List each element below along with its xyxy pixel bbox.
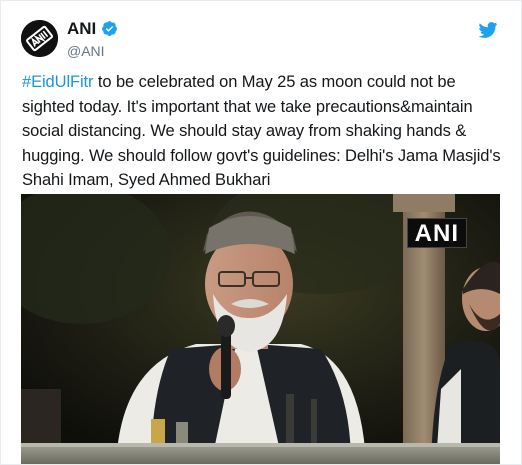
verified-badge-icon [102, 21, 118, 36]
tweet-body: to be celebrated on May 25 as moon could… [22, 73, 501, 189]
name-row: ANI [67, 20, 118, 37]
hashtag-link[interactable]: #EidUlFitr [22, 73, 94, 91]
tweet-card: ANI @ANI #EidUlFitr to be celebrated on … [0, 0, 522, 465]
tweet-text: #EidUlFitr to be celebrated on May 25 as… [22, 70, 502, 193]
twitter-bird-icon[interactable] [478, 22, 498, 38]
ani-watermark: ANI [406, 218, 467, 248]
tweet-media-photo[interactable]: ANI [21, 194, 500, 464]
display-name[interactable]: ANI [67, 20, 96, 37]
avatar[interactable] [21, 20, 58, 57]
user-handle[interactable]: @ANI [67, 44, 118, 58]
ani-logo-icon [21, 20, 58, 57]
tweet-header: ANI @ANI [67, 20, 118, 58]
